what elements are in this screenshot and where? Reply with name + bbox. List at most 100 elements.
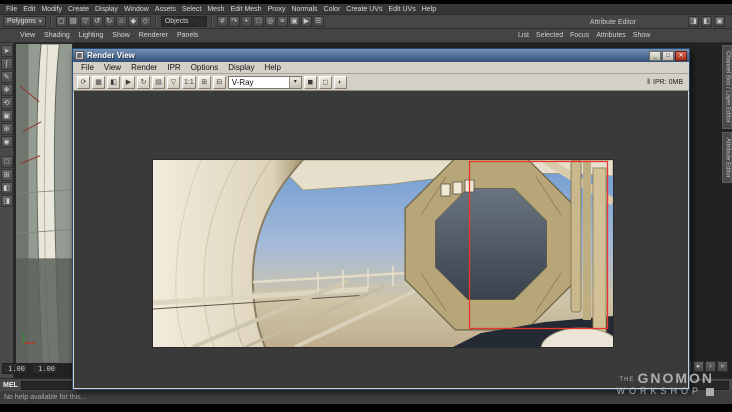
render-view-canvas[interactable] (74, 91, 688, 388)
range-start-field[interactable]: 1.00 (2, 363, 28, 374)
maya-menu-item[interactable]: Edit Mesh (227, 6, 264, 13)
panel-menu-item[interactable]: Shading (40, 32, 74, 39)
render-settings-icon[interactable]: ☰ (312, 16, 324, 27)
maya-menu-item[interactable]: Create (65, 6, 92, 13)
four-pane-layout-icon[interactable]: ⊞ (0, 169, 13, 181)
snap-to-curve-icon[interactable]: ↷ (228, 16, 240, 27)
maya-menu-item[interactable]: Window (121, 6, 152, 13)
soft-mod-tool-icon[interactable]: ◉ (0, 136, 13, 148)
scale-tool-icon[interactable]: ▣ (0, 110, 13, 122)
persp-outliner-layout-icon[interactable]: ◧ (0, 182, 13, 194)
maya-menu-item[interactable]: Display (92, 6, 121, 13)
refresh-ipr-icon[interactable]: ↻ (137, 75, 150, 89)
render-view-menu-item[interactable]: Help (260, 63, 286, 72)
render-current-frame-icon[interactable]: ▣ (288, 16, 300, 27)
maya-menu-item[interactable]: Assets (152, 6, 179, 13)
maya-menu-item[interactable]: File (3, 6, 20, 13)
maya-menu-item[interactable]: Proxy (265, 6, 289, 13)
attribute-editor-menu-item[interactable]: Attributes (596, 32, 626, 39)
menu-set-dropdown[interactable]: Polygons ▾ (3, 16, 46, 27)
keep-image-icon[interactable]: ⊞ (197, 75, 211, 89)
maya-menu-item[interactable]: Select (179, 6, 204, 13)
range-end-field[interactable]: 1.00 (32, 363, 58, 374)
render-view-menu-item[interactable]: File (76, 63, 99, 72)
undo-icon[interactable]: ↺ (91, 16, 103, 27)
attribute-editor-menu-item[interactable]: Focus (570, 32, 589, 39)
attribute-editor-menu-item[interactable]: Selected (536, 32, 563, 39)
tab-attribute-editor[interactable]: Attribute Editor (721, 131, 732, 184)
renderer-dropdown[interactable]: V-Ray ▾ (227, 75, 302, 89)
universal-manipulator-icon[interactable]: ⊕ (0, 123, 13, 135)
redo-region-render-icon[interactable]: ▦ (92, 75, 105, 89)
maya-menu-item[interactable]: Normals (288, 6, 320, 13)
display-alpha-channel-icon[interactable]: ◻ (318, 75, 332, 89)
maya-menu-item[interactable]: Help (419, 6, 439, 13)
panel-menu-item[interactable]: Panels (173, 32, 202, 39)
render-view-menu-item[interactable]: Options (186, 63, 224, 72)
select-tool-icon[interactable]: ➤ (0, 45, 13, 57)
tab-channel-box-layer-editor[interactable]: Channel Box / Layer Editor (721, 45, 732, 129)
snap-to-plane-icon[interactable]: □ (252, 16, 264, 27)
open-scene-icon[interactable]: ▤ (67, 16, 79, 27)
close-button[interactable]: ✕ (675, 50, 687, 61)
toggle-attribute-editor-icon[interactable]: ◨ (688, 16, 699, 27)
hypershade-persp-layout-icon[interactable]: ◨ (0, 195, 13, 207)
maximize-button[interactable]: □ (662, 50, 674, 61)
remove-image-icon[interactable]: ⊟ (212, 75, 226, 89)
maya-menu-item[interactable]: Mesh (204, 6, 227, 13)
panel-menu-item[interactable]: Renderer (135, 32, 172, 39)
lasso-tool-icon[interactable]: ʃ (0, 58, 13, 70)
open-image-icon[interactable]: ▤ (152, 75, 165, 89)
render-view-titlebar[interactable]: ▦ Render View _ □ ✕ (73, 49, 689, 62)
render-view-menu-item[interactable]: Display (223, 63, 259, 72)
minimize-button[interactable]: _ (649, 50, 661, 61)
redo-previous-render-icon[interactable]: ⟳ (77, 75, 90, 89)
layout-icons: □ ⊞ ◧ ◨ (0, 156, 13, 207)
toggle-tool-settings-icon[interactable]: ◧ (701, 16, 712, 27)
render-view-menu-item[interactable]: IPR (162, 63, 185, 72)
maya-menu-item[interactable]: Edit UVs (385, 6, 418, 13)
one-to-one-icon[interactable]: 1:1 (182, 75, 196, 89)
toggle-channel-box-icon[interactable]: ▣ (714, 16, 725, 27)
maya-menu-item[interactable]: Modify (38, 6, 65, 13)
status-separator (210, 16, 213, 27)
move-tool-icon[interactable]: ✥ (0, 84, 13, 96)
save-scene-icon[interactable]: ▽ (79, 16, 91, 27)
command-line-language-label[interactable]: MEL (3, 382, 18, 389)
render-view-menu-item[interactable]: View (99, 63, 126, 72)
display-rgb-channels-icon[interactable]: ◼ (303, 75, 317, 89)
exposure-icon[interactable]: ◐ (333, 75, 347, 89)
rendered-image[interactable] (153, 160, 613, 347)
go-to-end-button[interactable]: » (717, 361, 728, 372)
single-pane-layout-icon[interactable]: □ (0, 156, 13, 168)
watermark-the: THE (619, 377, 635, 383)
render-view-menu-item[interactable]: Render (126, 63, 162, 72)
panel-menu-item[interactable]: View (16, 32, 39, 39)
viewport-model-preview (16, 44, 72, 363)
redo-icon[interactable]: ↻ (103, 16, 115, 27)
select-hierarchy-icon[interactable]: ⌂ (115, 16, 127, 27)
pause-ipr-icon[interactable]: ‖ (647, 79, 650, 86)
select-object-icon[interactable]: ◆ (127, 16, 139, 27)
rotate-tool-icon[interactable]: ⟲ (0, 97, 13, 109)
paint-select-tool-icon[interactable]: ✎ (0, 71, 13, 83)
snap-to-grid-icon[interactable]: # (216, 16, 228, 27)
maya-menu-item[interactable]: Create UVs (343, 6, 385, 13)
attribute-editor-menu-item[interactable]: List (518, 32, 529, 39)
maya-menu-item[interactable]: Edit (20, 6, 38, 13)
ipr-render-icon[interactable]: ▶ (122, 75, 135, 89)
perspective-viewport[interactable] (15, 43, 73, 364)
new-scene-icon[interactable]: ▢ (55, 16, 67, 27)
panel-menu-item[interactable]: Show (108, 32, 134, 39)
snap-to-point-icon[interactable]: • (240, 16, 252, 27)
select-component-icon[interactable]: ◇ (139, 16, 151, 27)
panel-menu-item[interactable]: Lighting (75, 32, 108, 39)
construction-history-icon[interactable]: ≡ (276, 16, 288, 27)
ipr-render-icon[interactable]: ▶ (300, 16, 312, 27)
save-image-icon[interactable]: ▽ (167, 75, 180, 89)
maya-menu-item[interactable]: Color (321, 6, 344, 13)
snapshot-icon[interactable]: ◧ (107, 75, 120, 89)
selection-mask-field[interactable]: Objects (160, 16, 207, 27)
attribute-editor-menu-item[interactable]: Show (633, 32, 651, 39)
make-live-icon[interactable]: ◎ (264, 16, 276, 27)
